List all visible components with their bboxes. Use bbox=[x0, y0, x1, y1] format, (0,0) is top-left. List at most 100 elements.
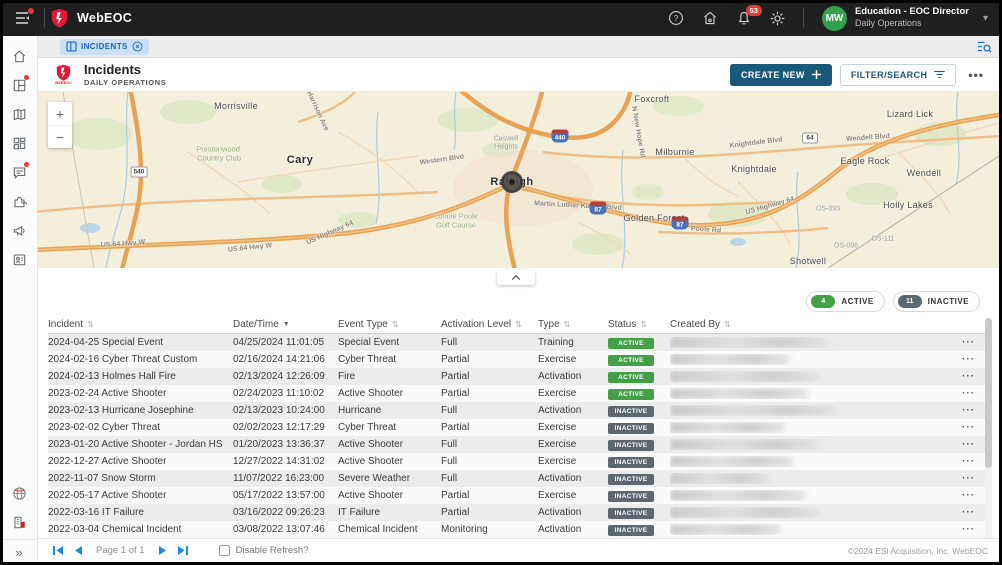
table-row[interactable]: 2024-02-13 Holmes Hall Fire02/13/2024 12… bbox=[48, 368, 985, 385]
row-actions-button[interactable]: ··· bbox=[962, 524, 979, 535]
incident-event-type: Severe Weather bbox=[338, 473, 441, 484]
next-page-button[interactable] bbox=[153, 542, 173, 560]
user-role-label: Education - EOC Director bbox=[855, 6, 969, 18]
table-row[interactable]: 2022-03-04 Chemical Incident03/08/2022 1… bbox=[48, 521, 985, 538]
create-new-button[interactable]: CREATE NEW bbox=[730, 64, 832, 86]
status-badge: INACTIVE bbox=[608, 423, 654, 434]
sort-icon: ⇅ bbox=[87, 320, 94, 329]
row-actions-button[interactable]: ··· bbox=[962, 507, 979, 518]
table-row[interactable]: 2024-04-25 Special Event04/25/2024 11:01… bbox=[48, 334, 985, 351]
table-row[interactable]: 2022-05-17 Active Shooter05/17/2022 13:5… bbox=[48, 487, 985, 504]
column-header-activation-level[interactable]: Activation Level⇅ bbox=[441, 319, 538, 330]
settings-gear-icon[interactable] bbox=[763, 5, 793, 31]
map-collapse-button[interactable] bbox=[497, 270, 535, 285]
row-actions-button[interactable]: ··· bbox=[962, 456, 979, 467]
incident-cluster-marker[interactable] bbox=[501, 171, 523, 193]
main-menu-icon[interactable] bbox=[8, 5, 38, 31]
incident-datetime: 02/24/2023 11:10:02 bbox=[233, 388, 338, 399]
column-header-type[interactable]: Type⇅ bbox=[538, 319, 608, 330]
table-row[interactable]: 2023-02-24 Active Shooter02/24/2023 11:1… bbox=[48, 385, 985, 402]
first-page-button[interactable] bbox=[48, 542, 68, 560]
user-account-menu[interactable]: MW Education - EOC Director Daily Operat… bbox=[822, 6, 988, 31]
chevron-down-icon: ▾ bbox=[983, 13, 988, 24]
column-header-status[interactable]: Status⇅ bbox=[608, 319, 670, 330]
sidebar-item-maps[interactable] bbox=[0, 100, 38, 129]
app-title: WebEOC bbox=[77, 11, 132, 25]
zoom-out-button[interactable]: − bbox=[48, 125, 72, 148]
incident-event-type: Active Shooter bbox=[338, 388, 441, 399]
column-header-date-time[interactable]: Date/Time▼ bbox=[233, 319, 338, 330]
highway-shield: 87 bbox=[672, 217, 689, 230]
sidebar-item-home[interactable] bbox=[0, 42, 38, 71]
filter-pill-inactive[interactable]: 11 INACTIVE bbox=[893, 291, 980, 312]
incidents-map[interactable]: MorrisvilleCaryPrestonwoodCountry ClubCa… bbox=[38, 92, 1002, 268]
row-actions-button[interactable]: ··· bbox=[962, 439, 979, 450]
incident-event-type: Fire bbox=[338, 371, 441, 382]
language-icon bbox=[12, 486, 27, 501]
filter-search-button[interactable]: FILTER/SEARCH bbox=[840, 64, 957, 86]
status-badge: INACTIVE bbox=[608, 440, 654, 451]
last-page-button[interactable] bbox=[173, 542, 193, 560]
column-header-incident[interactable]: Incident⇅ bbox=[48, 319, 233, 330]
scrollbar-thumb[interactable] bbox=[985, 318, 992, 468]
plus-icon bbox=[812, 70, 821, 79]
column-header-created-by[interactable]: Created By⇅ bbox=[670, 319, 939, 330]
row-actions-button[interactable]: ··· bbox=[962, 337, 979, 348]
home-icon[interactable] bbox=[695, 5, 725, 31]
table-scrollbar[interactable] bbox=[985, 318, 992, 540]
alert-dot bbox=[24, 162, 29, 167]
sidebar-item-language[interactable] bbox=[0, 479, 38, 508]
row-actions-button[interactable]: ··· bbox=[962, 388, 979, 399]
row-actions-button[interactable]: ··· bbox=[962, 490, 979, 501]
incident-name: 2022-03-04 Chemical Incident bbox=[48, 524, 233, 535]
disable-refresh-checkbox[interactable] bbox=[219, 545, 230, 556]
table-row[interactable]: 2023-02-02 Cyber Threat02/02/2023 12:17:… bbox=[48, 419, 985, 436]
tab-label: INCIDENTS bbox=[81, 42, 128, 51]
sidebar-expand-button[interactable]: » bbox=[0, 539, 38, 565]
incident-name: 2023-02-24 Active Shooter bbox=[48, 388, 233, 399]
table-row[interactable]: 2024-02-16 Cyber Threat Custom02/16/2024… bbox=[48, 351, 985, 368]
avatar: MW bbox=[822, 6, 847, 31]
incident-activation-level: Partial bbox=[441, 507, 538, 518]
sort-icon: ⇅ bbox=[392, 320, 399, 329]
notifications-icon[interactable]: 53 bbox=[729, 5, 759, 31]
sidebar-item-organization[interactable] bbox=[0, 508, 38, 537]
column-header-event-type[interactable]: Event Type⇅ bbox=[338, 319, 441, 330]
sidebar-item-broadcast[interactable] bbox=[0, 216, 38, 245]
sidebar-item-boards[interactable] bbox=[0, 71, 38, 100]
filter-icon bbox=[934, 70, 945, 79]
organization-icon bbox=[12, 515, 27, 530]
board-overflow-menu[interactable]: ••• bbox=[964, 68, 988, 82]
row-actions-button[interactable]: ··· bbox=[962, 473, 979, 484]
table-row[interactable]: 2022-11-07 Snow Storm11/07/2022 16:23:00… bbox=[48, 470, 985, 487]
row-actions-button[interactable]: ··· bbox=[962, 422, 979, 433]
row-actions-button[interactable]: ··· bbox=[962, 354, 979, 365]
incident-type: Activation bbox=[538, 473, 608, 484]
row-actions-button[interactable]: ··· bbox=[962, 371, 979, 382]
previous-page-button[interactable] bbox=[68, 542, 88, 560]
help-icon[interactable]: ? bbox=[661, 5, 691, 31]
created-by-redacted bbox=[670, 388, 808, 399]
incident-activation-level: Full bbox=[441, 439, 538, 450]
incident-datetime: 02/13/2023 10:24:00 bbox=[233, 405, 338, 416]
tab-incidents[interactable]: INCIDENTS bbox=[60, 39, 149, 55]
table-row[interactable]: 2022-12-27 Active Shooter12/27/2022 14:3… bbox=[48, 453, 985, 470]
board-icon bbox=[66, 41, 77, 52]
tab-close-icon[interactable] bbox=[132, 41, 143, 52]
table-row[interactable]: 2023-02-13 Hurricane Josephine02/13/2023… bbox=[48, 402, 985, 419]
row-actions-button[interactable]: ··· bbox=[962, 405, 979, 416]
highway-shield: 87 bbox=[590, 202, 607, 215]
sidebar-item-apps[interactable] bbox=[0, 129, 38, 158]
zoom-in-button[interactable]: + bbox=[48, 102, 72, 125]
status-badge: INACTIVE bbox=[608, 508, 654, 519]
filter-pill-active[interactable]: 4 ACTIVE bbox=[806, 291, 884, 312]
table-row[interactable]: 2022-03-16 IT Failure03/16/2022 09:26:23… bbox=[48, 504, 985, 521]
menu-alert-dot bbox=[28, 8, 34, 14]
table-row[interactable]: 2023-01-20 Active Shooter - Jordan HS01/… bbox=[48, 436, 985, 453]
highway-shield: 64 bbox=[802, 133, 818, 144]
sidebar-item-plugins[interactable] bbox=[0, 187, 38, 216]
sort-icon: ▼ bbox=[283, 321, 290, 328]
board-search-icon[interactable] bbox=[977, 40, 992, 53]
sidebar-item-messages[interactable] bbox=[0, 158, 38, 187]
sidebar-item-contacts[interactable] bbox=[0, 245, 38, 274]
